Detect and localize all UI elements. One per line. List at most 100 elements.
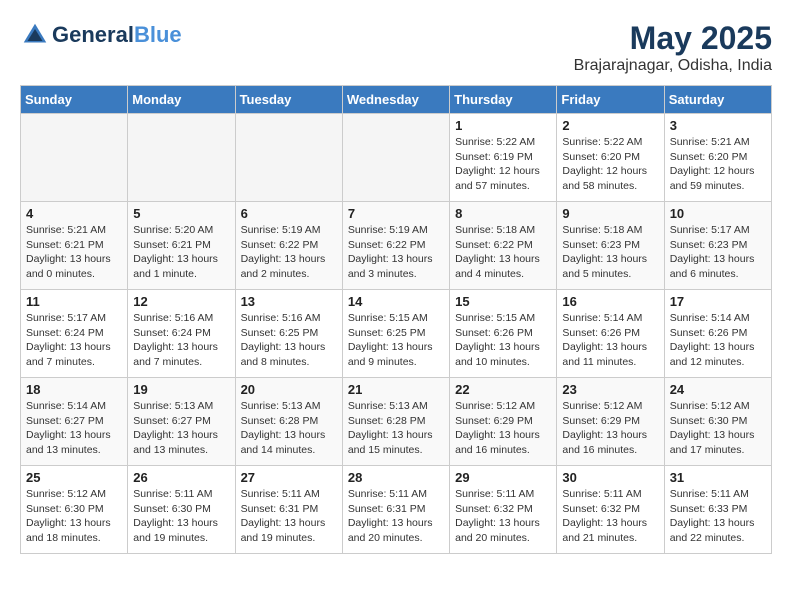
calendar-week-5: 25Sunrise: 5:12 AM Sunset: 6:30 PM Dayli… <box>21 466 772 554</box>
day-number: 8 <box>455 206 551 221</box>
calendar-cell: 29Sunrise: 5:11 AM Sunset: 6:32 PM Dayli… <box>450 466 557 554</box>
day-info: Sunrise: 5:13 AM Sunset: 6:28 PM Dayligh… <box>348 399 444 458</box>
day-number: 13 <box>241 294 337 309</box>
day-info: Sunrise: 5:11 AM Sunset: 6:32 PM Dayligh… <box>455 487 551 546</box>
header-saturday: Saturday <box>664 86 771 114</box>
day-info: Sunrise: 5:16 AM Sunset: 6:25 PM Dayligh… <box>241 311 337 370</box>
calendar-cell: 8Sunrise: 5:18 AM Sunset: 6:22 PM Daylig… <box>450 202 557 290</box>
calendar-cell <box>21 114 128 202</box>
day-info: Sunrise: 5:11 AM Sunset: 6:33 PM Dayligh… <box>670 487 766 546</box>
day-number: 30 <box>562 470 658 485</box>
day-info: Sunrise: 5:15 AM Sunset: 6:26 PM Dayligh… <box>455 311 551 370</box>
day-info: Sunrise: 5:13 AM Sunset: 6:28 PM Dayligh… <box>241 399 337 458</box>
calendar-cell: 10 Sunrise: 5:17 AM Sunset: 6:23 PM Dayli… <box>664 202 771 290</box>
calendar-cell: 5Sunrise: 5:20 AM Sunset: 6:21 PM Daylig… <box>128 202 235 290</box>
day-number: 19 <box>133 382 229 397</box>
day-info: Sunrise: 5:14 AM Sunset: 6:26 PM Dayligh… <box>562 311 658 370</box>
day-info: Sunrise: 5:21 AM Sunset: 6:21 PM Dayligh… <box>26 223 122 282</box>
calendar-cell: 26 Sunrise: 5:11 AM Sunset: 6:30 PM Dayli… <box>128 466 235 554</box>
day-info: Sunrise: 5:17 AM Sunset: 6:23 PM Dayligh… <box>670 223 766 282</box>
day-info: Sunrise: 5:17 AM Sunset: 6:24 PM Dayligh… <box>26 311 122 370</box>
day-info: Sunrise: 5:11 AM Sunset: 6:31 PM Dayligh… <box>241 487 337 546</box>
calendar-cell: 14Sunrise: 5:15 AM Sunset: 6:25 PM Dayli… <box>342 290 449 378</box>
title-block: May 2025 Brajarajnagar, Odisha, India <box>574 20 772 75</box>
day-number: 10 <box>670 206 766 221</box>
calendar-cell <box>128 114 235 202</box>
day-info: Sunrise: 5:12 AM Sunset: 6:30 PM Dayligh… <box>670 399 766 458</box>
calendar-week-4: 18Sunrise: 5:14 AM Sunset: 6:27 PM Dayli… <box>21 378 772 466</box>
calendar-cell: 1 Sunrise: 5:22 AM Sunset: 6:19 PM Daylig… <box>450 114 557 202</box>
calendar-cell: 24 Sunrise: 5:12 AM Sunset: 6:30 PM Dayli… <box>664 378 771 466</box>
header-thursday: Thursday <box>450 86 557 114</box>
calendar-cell: 31Sunrise: 5:11 AM Sunset: 6:33 PM Dayli… <box>664 466 771 554</box>
calendar-cell: 16 Sunrise: 5:14 AM Sunset: 6:26 PM Dayli… <box>557 290 664 378</box>
calendar-cell: 12Sunrise: 5:16 AM Sunset: 6:24 PM Dayli… <box>128 290 235 378</box>
calendar-cell: 15Sunrise: 5:15 AM Sunset: 6:26 PM Dayli… <box>450 290 557 378</box>
day-number: 4 <box>26 206 122 221</box>
day-number: 26 <box>133 470 229 485</box>
header-friday: Friday <box>557 86 664 114</box>
calendar-cell: 30 Sunrise: 5:11 AM Sunset: 6:32 PM Dayli… <box>557 466 664 554</box>
day-info: Sunrise: 5:12 AM Sunset: 6:30 PM Dayligh… <box>26 487 122 546</box>
calendar-week-2: 4 Sunrise: 5:21 AM Sunset: 6:21 PM Daylig… <box>21 202 772 290</box>
month-title: May 2025 <box>574 20 772 57</box>
calendar-cell: 6 Sunrise: 5:19 AM Sunset: 6:22 PM Daylig… <box>235 202 342 290</box>
day-number: 6 <box>241 206 337 221</box>
day-info: Sunrise: 5:18 AM Sunset: 6:23 PM Dayligh… <box>562 223 658 282</box>
day-info: Sunrise: 5:22 AM Sunset: 6:20 PM Dayligh… <box>562 135 658 194</box>
day-number: 22 <box>455 382 551 397</box>
day-info: Sunrise: 5:14 AM Sunset: 6:27 PM Dayligh… <box>26 399 122 458</box>
day-info: Sunrise: 5:14 AM Sunset: 6:26 PM Dayligh… <box>670 311 766 370</box>
day-info: Sunrise: 5:21 AM Sunset: 6:20 PM Dayligh… <box>670 135 766 194</box>
page-header: GeneralBlue May 2025 Brajarajnagar, Odis… <box>20 20 772 75</box>
day-info: Sunrise: 5:19 AM Sunset: 6:22 PM Dayligh… <box>241 223 337 282</box>
day-info: Sunrise: 5:11 AM Sunset: 6:30 PM Dayligh… <box>133 487 229 546</box>
calendar-cell: 17Sunrise: 5:14 AM Sunset: 6:26 PM Dayli… <box>664 290 771 378</box>
day-info: Sunrise: 5:13 AM Sunset: 6:27 PM Dayligh… <box>133 399 229 458</box>
day-number: 14 <box>348 294 444 309</box>
header-wednesday: Wednesday <box>342 86 449 114</box>
location-subtitle: Brajarajnagar, Odisha, India <box>574 57 772 75</box>
calendar-cell: 2 Sunrise: 5:22 AM Sunset: 6:20 PM Daylig… <box>557 114 664 202</box>
header-sunday: Sunday <box>21 86 128 114</box>
calendar-table: SundayMondayTuesdayWednesdayThursdayFrid… <box>20 85 772 554</box>
calendar-cell: 21Sunrise: 5:13 AM Sunset: 6:28 PM Dayli… <box>342 378 449 466</box>
logo-icon <box>20 20 50 50</box>
calendar-cell: 23Sunrise: 5:12 AM Sunset: 6:29 PM Dayli… <box>557 378 664 466</box>
day-number: 9 <box>562 206 658 221</box>
day-number: 12 <box>133 294 229 309</box>
day-number: 2 <box>562 118 658 133</box>
calendar-cell: 9 Sunrise: 5:18 AM Sunset: 6:23 PM Daylig… <box>557 202 664 290</box>
calendar-cell <box>342 114 449 202</box>
calendar-cell: 20 Sunrise: 5:13 AM Sunset: 6:28 PM Dayli… <box>235 378 342 466</box>
calendar-cell: 28 Sunrise: 5:11 AM Sunset: 6:31 PM Dayli… <box>342 466 449 554</box>
day-number: 24 <box>670 382 766 397</box>
header-monday: Monday <box>128 86 235 114</box>
day-number: 3 <box>670 118 766 133</box>
day-info: Sunrise: 5:20 AM Sunset: 6:21 PM Dayligh… <box>133 223 229 282</box>
day-info: Sunrise: 5:11 AM Sunset: 6:32 PM Dayligh… <box>562 487 658 546</box>
calendar-cell: 4 Sunrise: 5:21 AM Sunset: 6:21 PM Daylig… <box>21 202 128 290</box>
day-number: 20 <box>241 382 337 397</box>
day-number: 27 <box>241 470 337 485</box>
logo-text: GeneralBlue <box>52 23 182 47</box>
day-number: 11 <box>26 294 122 309</box>
day-info: Sunrise: 5:11 AM Sunset: 6:31 PM Dayligh… <box>348 487 444 546</box>
calendar-cell: 22 Sunrise: 5:12 AM Sunset: 6:29 PM Dayli… <box>450 378 557 466</box>
calendar-week-1: 1 Sunrise: 5:22 AM Sunset: 6:19 PM Daylig… <box>21 114 772 202</box>
calendar-cell: 19 Sunrise: 5:13 AM Sunset: 6:27 PM Dayli… <box>128 378 235 466</box>
calendar-cell: 25Sunrise: 5:12 AM Sunset: 6:30 PM Dayli… <box>21 466 128 554</box>
day-number: 28 <box>348 470 444 485</box>
calendar-header-row: SundayMondayTuesdayWednesdayThursdayFrid… <box>21 86 772 114</box>
day-number: 16 <box>562 294 658 309</box>
calendar-cell: 13 Sunrise: 5:16 AM Sunset: 6:25 PM Dayli… <box>235 290 342 378</box>
day-info: Sunrise: 5:22 AM Sunset: 6:19 PM Dayligh… <box>455 135 551 194</box>
day-info: Sunrise: 5:12 AM Sunset: 6:29 PM Dayligh… <box>455 399 551 458</box>
day-number: 7 <box>348 206 444 221</box>
day-number: 1 <box>455 118 551 133</box>
day-info: Sunrise: 5:19 AM Sunset: 6:22 PM Dayligh… <box>348 223 444 282</box>
calendar-cell: 7 Sunrise: 5:19 AM Sunset: 6:22 PM Daylig… <box>342 202 449 290</box>
calendar-cell: 3 Sunrise: 5:21 AM Sunset: 6:20 PM Daylig… <box>664 114 771 202</box>
calendar-week-3: 11 Sunrise: 5:17 AM Sunset: 6:24 PM Dayli… <box>21 290 772 378</box>
calendar-cell: 18Sunrise: 5:14 AM Sunset: 6:27 PM Dayli… <box>21 378 128 466</box>
